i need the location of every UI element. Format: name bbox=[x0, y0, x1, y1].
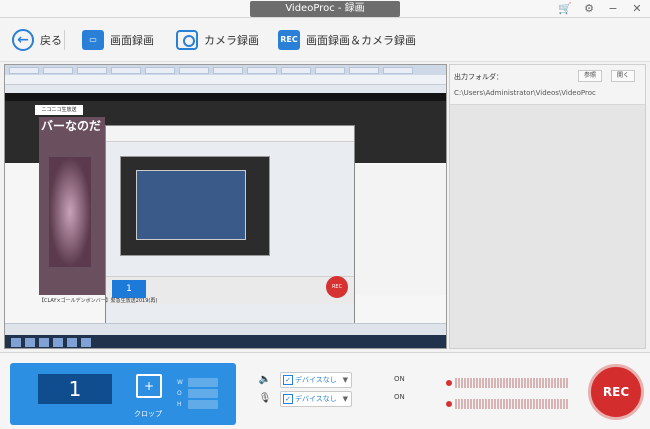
rec-badge-icon: REC bbox=[278, 30, 300, 50]
preview-caption: 【CLAY×ゴールデンボンバー】緊急生放送2019(再) bbox=[39, 298, 158, 304]
capture-selector: 1 + クロップ W O H bbox=[10, 363, 236, 425]
close-icon[interactable]: ✕ bbox=[630, 2, 644, 16]
preview-site-logo: ニコニコ生放送 bbox=[35, 105, 83, 115]
open-button[interactable]: 開く bbox=[611, 70, 636, 82]
preview-video-title: バーなのだ bbox=[41, 119, 102, 133]
screen-and-camera-label: 画面録画＆カメラ録画 bbox=[306, 34, 416, 47]
cart-icon[interactable]: 🛒 bbox=[558, 2, 572, 16]
title-bar: VideoProc - 録画 🛒 ⚙ − ✕ bbox=[0, 0, 650, 18]
preview-address-bar bbox=[5, 75, 446, 85]
camera-record-button[interactable]: カメラ録画 bbox=[176, 28, 259, 52]
chevron-down-icon: ▼ bbox=[342, 395, 348, 403]
output-folder-label: 出力フォルダ： bbox=[454, 73, 503, 81]
back-button[interactable]: ← 戻る bbox=[12, 28, 62, 52]
back-label: 戻る bbox=[40, 34, 62, 47]
mic-checkbox[interactable]: ✓ bbox=[283, 394, 293, 404]
recording-controls: 1 + クロップ W O H 🔈 ✓ デバイスなし ▼ 🎙 ✓ デバイスなし ▼… bbox=[0, 352, 650, 429]
preview-video bbox=[39, 117, 105, 295]
preview-side-panel bbox=[355, 165, 446, 295]
preview-browser-tabs bbox=[5, 65, 446, 75]
offset-field[interactable] bbox=[188, 389, 218, 398]
rec-button[interactable]: REC bbox=[588, 364, 644, 420]
mic-device-value: デバイスなし bbox=[295, 395, 337, 403]
camera-icon bbox=[176, 30, 198, 50]
crop-dimensions: W O H bbox=[177, 377, 183, 410]
output-folder-path: C:\Users\Administrator\Videos\VideoProc bbox=[454, 89, 596, 97]
offset-label: O bbox=[177, 390, 182, 397]
preview-nested-window: 1 REC bbox=[105, 125, 355, 325]
output-header: 出力フォルダ： 参照 開く C:\Users\Administrator\Vid… bbox=[450, 65, 645, 105]
window-controls: 🛒 ⚙ − ✕ bbox=[558, 2, 644, 16]
back-arrow-icon: ← bbox=[12, 29, 34, 51]
speaker-device-dropdown[interactable]: ✓ デバイスなし ▼ bbox=[280, 372, 352, 388]
preview-taskbar bbox=[5, 335, 446, 348]
gear-icon[interactable]: ⚙ bbox=[582, 2, 596, 16]
recording-preview: ニコニコ生放送 バーなのだ 1 REC 【CLAY×ゴールデンボンバー】緊急生放… bbox=[4, 64, 447, 349]
screen-record-button[interactable]: ▭ 画面録画 bbox=[82, 28, 154, 52]
videoproc-app: VideoProc - 録画 🛒 ⚙ − ✕ ← 戻る ▭ 画面録画 カメラ録画… bbox=[0, 0, 650, 429]
mic-on-label[interactable]: ON bbox=[394, 393, 405, 401]
toolbar-divider bbox=[64, 30, 65, 50]
speaker-level-meter bbox=[446, 373, 572, 388]
toolbar: ← 戻る ▭ 画面録画 カメラ録画 REC 画面録画＆カメラ録画 bbox=[0, 18, 650, 62]
camera-record-label: カメラ録画 bbox=[204, 34, 259, 47]
monitor-select-button[interactable]: 1 bbox=[38, 374, 112, 404]
speaker-icon: 🔈 bbox=[258, 374, 272, 385]
screen-record-label: 画面録画 bbox=[110, 34, 154, 47]
screen-and-camera-button[interactable]: REC 画面録画＆カメラ録画 bbox=[278, 28, 416, 52]
minimize-icon[interactable]: − bbox=[606, 2, 620, 16]
speaker-on-label[interactable]: ON bbox=[394, 375, 405, 383]
preview-nested-rec: REC bbox=[326, 276, 348, 298]
microphone-icon: 🎙 bbox=[258, 393, 272, 404]
mic-level-meter bbox=[446, 394, 572, 409]
speaker-row: 🔈 ✓ デバイスなし ▼ bbox=[258, 371, 352, 389]
browse-button[interactable]: 参照 bbox=[578, 70, 603, 82]
preview-statusbar bbox=[5, 323, 446, 335]
speaker-checkbox[interactable]: ✓ bbox=[283, 375, 293, 385]
window-title: VideoProc - 録画 bbox=[250, 1, 400, 17]
output-panel: 出力フォルダ： 参照 開く C:\Users\Administrator\Vid… bbox=[449, 64, 646, 349]
chevron-down-icon: ▼ bbox=[342, 376, 348, 384]
crop-label: クロップ bbox=[134, 410, 162, 418]
width-field[interactable] bbox=[188, 378, 218, 387]
monitor-icon: ▭ bbox=[82, 30, 104, 50]
height-field[interactable] bbox=[188, 400, 218, 409]
crop-icon[interactable]: + bbox=[136, 374, 162, 398]
preview-bookmarks-bar bbox=[5, 85, 446, 93]
speaker-device-value: デバイスなし bbox=[295, 376, 337, 384]
mic-device-dropdown[interactable]: ✓ デバイスなし ▼ bbox=[280, 391, 352, 407]
height-label: H bbox=[177, 401, 182, 408]
preview-nested-monitor: 1 bbox=[112, 280, 146, 298]
mic-row: 🎙 ✓ デバイスなし ▼ bbox=[258, 390, 352, 408]
width-label: W bbox=[177, 379, 183, 386]
